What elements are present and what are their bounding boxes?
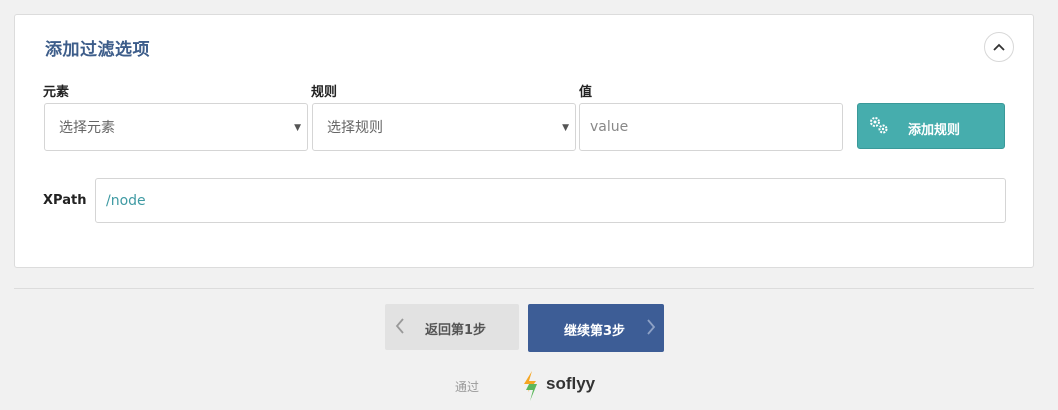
gears-icon: [870, 117, 888, 134]
back-step-label: 返回第1步: [425, 323, 487, 338]
chevron-right-icon: [647, 319, 656, 335]
element-select-value: 选择元素: [59, 120, 115, 136]
divider: [14, 288, 1034, 289]
back-step-button[interactable]: 返回第1步: [385, 304, 519, 350]
add-rule-button[interactable]: 添加规则: [857, 103, 1005, 149]
brand-name[interactable]: soflyy: [546, 374, 595, 394]
chevron-left-icon: [395, 318, 404, 334]
collapse-button[interactable]: [984, 32, 1014, 62]
next-step-button[interactable]: 继续第3步: [528, 304, 664, 352]
footer-via-text: 通过: [455, 380, 480, 394]
xpath-input[interactable]: [95, 178, 1006, 223]
soflyy-logo-icon: [524, 371, 537, 401]
chevron-up-icon: [993, 43, 1005, 51]
value-label: 值: [579, 85, 593, 100]
next-step-label: 继续第3步: [564, 324, 626, 339]
panel-title: 添加过滤选项: [45, 40, 150, 60]
caret-down-icon: ▼: [294, 123, 301, 133]
element-select[interactable]: 选择元素 ▼: [44, 103, 308, 151]
caret-down-icon: ▼: [562, 123, 569, 133]
xpath-label: XPath: [43, 193, 87, 208]
add-rule-label: 添加规则: [908, 123, 961, 138]
rule-label: 规则: [311, 85, 338, 100]
rule-select[interactable]: 选择规则 ▼: [312, 103, 576, 151]
rule-select-value: 选择规则: [327, 120, 383, 136]
value-input[interactable]: [579, 103, 843, 151]
filter-options-panel: 添加过滤选项 元素 选择元素 ▼ 规则 选择规则 ▼ 值 添加规则 XPath: [14, 14, 1034, 268]
element-label: 元素: [43, 85, 70, 100]
